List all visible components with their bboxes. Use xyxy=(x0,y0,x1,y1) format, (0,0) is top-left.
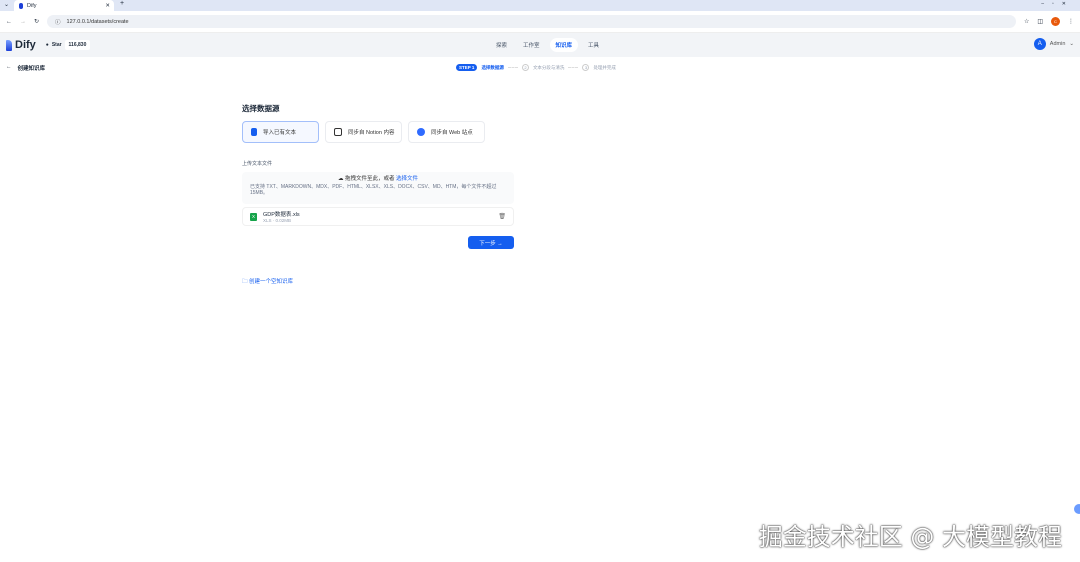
source-label: 同步自 Notion 内容 xyxy=(348,130,395,136)
nav-tools[interactable]: 工具 xyxy=(582,38,605,52)
back-label: 创建知识库 xyxy=(17,66,46,72)
app-header: Dify ● Star 116,830 探索 工作室 知识库 工具 A Admin ⌄ xyxy=(0,33,1080,57)
dify-favicon-icon xyxy=(19,2,23,9)
forward-icon[interactable]: → xyxy=(20,19,26,25)
empty-link-label: 创建一个空知识库 xyxy=(249,279,294,285)
step-2-number: 2 xyxy=(521,64,529,71)
upload-cloud-icon: ☁ xyxy=(337,176,344,182)
folder-icon: 🗀 xyxy=(242,279,248,285)
url-text: 127.0.0.1/datasets/create xyxy=(66,18,129,25)
reload-icon[interactable]: ↻ xyxy=(34,18,39,25)
bookmark-star-icon[interactable]: ☆ xyxy=(1024,18,1029,25)
chevron-down-icon: ⌄ xyxy=(1069,41,1074,47)
tab-list-icon[interactable]: ⌄ xyxy=(4,1,9,8)
star-count: 116,830 xyxy=(64,40,91,50)
extensions-icon[interactable]: ◫ xyxy=(1037,18,1043,25)
nav-explore[interactable]: 探索 xyxy=(490,38,513,52)
create-empty-dataset-link[interactable]: 🗀 创建一个空知识库 xyxy=(242,277,293,287)
notion-icon xyxy=(334,128,342,136)
info-icon: ⓘ xyxy=(55,19,61,26)
upload-label: 上传文本文件 xyxy=(242,161,273,167)
web-icon xyxy=(417,128,425,136)
dify-logo[interactable]: Dify xyxy=(6,39,36,51)
new-tab-icon[interactable]: + xyxy=(120,0,124,7)
step-3-label: 处理并完成 xyxy=(593,64,616,70)
watermark: 掘金技术社区 @ 大模型教程 xyxy=(758,523,1062,551)
url-input[interactable]: ⓘ 127.0.0.1/datasets/create xyxy=(47,15,1016,28)
user-name: Admin xyxy=(1049,41,1066,47)
tab-title: Dify xyxy=(27,2,37,9)
nav-studio[interactable]: 工作室 xyxy=(517,38,546,52)
back-icon[interactable]: ← xyxy=(6,19,12,25)
step-2-label: 文本分段与清洗 xyxy=(532,64,565,70)
back-button[interactable]: ← 创建知识库 xyxy=(6,64,45,72)
address-bar: ← → ↻ ⓘ 127.0.0.1/datasets/create ☆ ◫ C ⋮ xyxy=(0,11,1080,33)
arrow-left-icon: ← xyxy=(6,64,12,70)
create-dataset-panel: 选择数据源 导入已有文本 同步自 Notion 内容 同步自 Web 站点 上传… xyxy=(242,103,514,249)
xls-file-icon: X xyxy=(250,212,257,221)
step-3-number: 3 xyxy=(582,64,590,71)
profile-icon[interactable]: C xyxy=(1051,17,1060,26)
user-menu[interactable]: A Admin ⌄ xyxy=(1033,38,1074,50)
source-label: 同步自 Web 站点 xyxy=(431,130,473,136)
next-button[interactable]: 下一步 → xyxy=(468,236,514,249)
star-label: Star xyxy=(51,42,62,48)
file-dropzone[interactable]: ☁ 拖拽文件至此，或者 选择文件 已支持 TXT、MARKDOWN、MDX、PD… xyxy=(242,172,514,204)
main-nav: 探索 工作室 知识库 工具 xyxy=(490,38,605,52)
select-file-link[interactable]: 选择文件 xyxy=(396,176,418,182)
step-1-label: 选择数据源 xyxy=(481,64,504,70)
drop-text: 拖拽文件至此，或者 xyxy=(344,176,395,182)
uploaded-file-item: X GDP数据表.xls XLS · 0.02MB 🗑 xyxy=(242,207,514,226)
browser-tab-bar: ⌄ Dify ✕ + –▫✕ xyxy=(0,0,1080,11)
window-controls[interactable]: –▫✕ xyxy=(1041,1,1074,7)
source-import-text[interactable]: 导入已有文本 xyxy=(242,121,319,143)
nav-knowledge[interactable]: 知识库 xyxy=(549,38,579,52)
close-tab-icon[interactable]: ✕ xyxy=(105,3,110,9)
trash-icon[interactable]: 🗑 xyxy=(498,213,506,220)
step-badge: STEP 1 xyxy=(456,64,478,71)
source-web[interactable]: 同步自 Web 站点 xyxy=(408,121,485,143)
menu-icon[interactable]: ⋮ xyxy=(1068,18,1074,25)
file-name: GDP数据表.xls xyxy=(263,212,300,218)
sub-header: ← 创建知识库 STEP 1 选择数据源 2 文本分段与清洗 3 处理并完成 xyxy=(0,57,1080,79)
github-star-button[interactable]: ● Star 116,830 xyxy=(46,40,91,50)
source-label: 导入已有文本 xyxy=(263,130,297,136)
avatar: A xyxy=(1033,38,1046,50)
section-title: 选择数据源 xyxy=(242,104,280,113)
stepper: STEP 1 选择数据源 2 文本分段与清洗 3 处理并完成 xyxy=(456,64,616,71)
floating-help-button[interactable] xyxy=(1074,504,1080,514)
drop-hint: 已支持 TXT、MARKDOWN、MDX、PDF、HTML、XLSX、XLS、D… xyxy=(250,184,497,196)
browser-tab[interactable]: Dify ✕ xyxy=(14,0,114,11)
source-notion[interactable]: 同步自 Notion 内容 xyxy=(325,121,402,143)
file-icon xyxy=(251,128,257,136)
github-icon: ● xyxy=(45,42,49,48)
file-meta: XLS · 0.02MB xyxy=(263,218,292,223)
